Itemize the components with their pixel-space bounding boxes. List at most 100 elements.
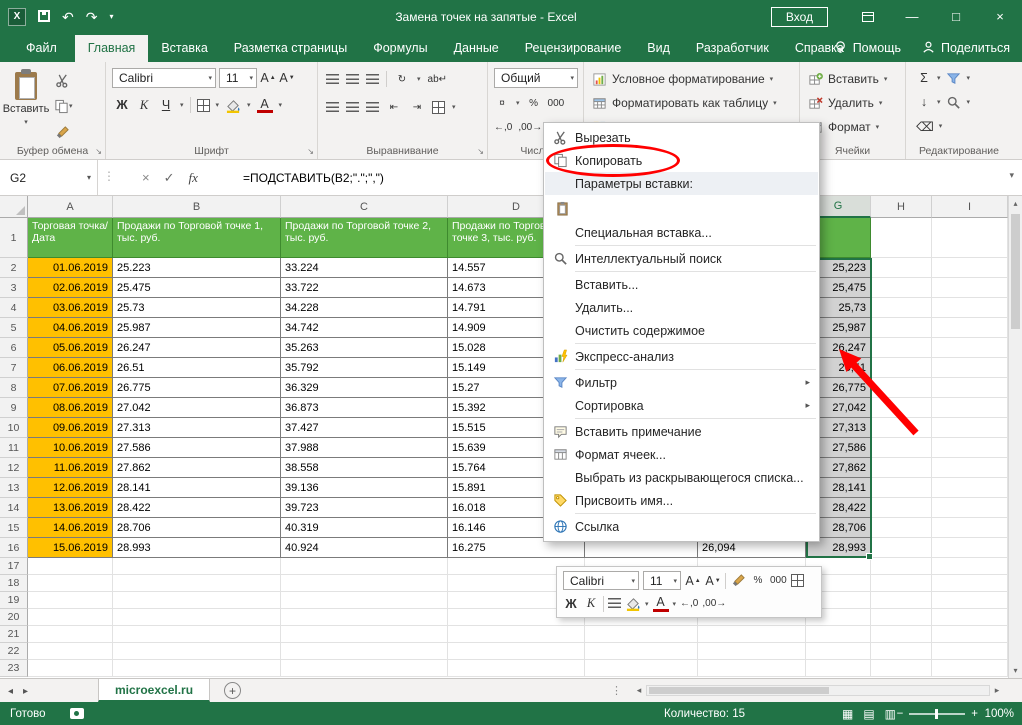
cell-H20[interactable] bbox=[871, 609, 932, 626]
cell-B6[interactable]: 26.247 bbox=[113, 338, 281, 358]
delete-cells-button[interactable]: Удалить▾ bbox=[808, 93, 882, 113]
cell-G21[interactable] bbox=[806, 626, 871, 643]
insert-cells-button[interactable]: Вставить▾ bbox=[808, 69, 887, 89]
cell-I1[interactable] bbox=[932, 218, 1008, 258]
sort-filter-button[interactable] bbox=[946, 69, 962, 87]
cell-I23[interactable] bbox=[932, 660, 1008, 677]
cell-F22[interactable] bbox=[698, 643, 806, 660]
fill-button[interactable]: ↓ bbox=[916, 93, 932, 111]
font-dialog-launcher[interactable]: ↘ bbox=[307, 147, 314, 156]
cell-G22[interactable] bbox=[806, 643, 871, 660]
align-middle-button[interactable] bbox=[346, 74, 359, 85]
bold-button[interactable]: Ж bbox=[114, 96, 130, 114]
cell-C19[interactable] bbox=[281, 592, 448, 609]
cell-A14[interactable]: 13.06.2019 bbox=[28, 498, 113, 518]
row-header-16[interactable]: 16 bbox=[0, 538, 28, 558]
cell-B2[interactable]: 25.223 bbox=[113, 258, 281, 278]
align-left-button[interactable] bbox=[326, 102, 339, 113]
scroll-right-button[interactable]: ▸ bbox=[990, 685, 1004, 696]
cell-B12[interactable]: 27.862 bbox=[113, 458, 281, 478]
cell-E23[interactable] bbox=[585, 660, 698, 677]
conditional-formatting-button[interactable]: Условное форматирование▾ bbox=[592, 69, 773, 89]
cell-C5[interactable]: 34.742 bbox=[281, 318, 448, 338]
copy-button[interactable]: ▾ bbox=[54, 97, 73, 115]
cell-A1[interactable]: Торговая точка/ Дата bbox=[28, 218, 113, 258]
tab-view[interactable]: Вид bbox=[634, 35, 683, 62]
cell-B11[interactable]: 27.586 bbox=[113, 438, 281, 458]
cell-I10[interactable] bbox=[932, 418, 1008, 438]
formula-bar-expand-button[interactable]: ▾ bbox=[1009, 170, 1014, 181]
cell-A15[interactable]: 14.06.2019 bbox=[28, 518, 113, 538]
cell-F21[interactable] bbox=[698, 626, 806, 643]
cell-C12[interactable]: 38.558 bbox=[281, 458, 448, 478]
cell-B8[interactable]: 26.775 bbox=[113, 378, 281, 398]
new-sheet-button[interactable]: + bbox=[224, 682, 241, 699]
cell-A22[interactable] bbox=[28, 643, 113, 660]
insert-function-button[interactable]: fx bbox=[189, 170, 198, 186]
mini-bold-button[interactable]: Ж bbox=[563, 595, 579, 613]
cell-C16[interactable]: 40.924 bbox=[281, 538, 448, 558]
cell-H2[interactable] bbox=[871, 258, 932, 278]
cell-C11[interactable]: 37.988 bbox=[281, 438, 448, 458]
mini-italic-button[interactable]: К bbox=[583, 595, 599, 613]
format-painter-button[interactable] bbox=[54, 123, 70, 141]
mini-font-family-select[interactable]: Calibri▾ bbox=[563, 571, 639, 590]
cell-B7[interactable]: 26.51 bbox=[113, 358, 281, 378]
accounting-format-button[interactable]: ¤ bbox=[494, 94, 510, 112]
mini-font-color-button[interactable]: А bbox=[653, 596, 669, 612]
tab-page-layout[interactable]: Разметка страницы bbox=[221, 35, 360, 62]
undo-button[interactable]: ↶ bbox=[62, 10, 74, 24]
cell-C17[interactable] bbox=[281, 558, 448, 575]
cell-C2[interactable]: 33.224 bbox=[281, 258, 448, 278]
cell-A5[interactable]: 04.06.2019 bbox=[28, 318, 113, 338]
row-header-2[interactable]: 2 bbox=[0, 258, 28, 278]
paste-option-button[interactable] bbox=[551, 197, 573, 219]
row-header-13[interactable]: 13 bbox=[0, 478, 28, 498]
tab-data[interactable]: Данные bbox=[441, 35, 512, 62]
row-header-7[interactable]: 7 bbox=[0, 358, 28, 378]
tab-developer[interactable]: Разработчик bbox=[683, 35, 782, 62]
cell-H16[interactable] bbox=[871, 538, 932, 558]
underline-button[interactable]: Ч bbox=[158, 96, 174, 114]
view-normal-button[interactable]: ▦ bbox=[842, 707, 853, 721]
autosum-button[interactable]: Σ bbox=[916, 69, 932, 87]
menu-item-define-name[interactable]: Присвоить имя... bbox=[545, 489, 818, 512]
zoom-in-button[interactable]: + bbox=[971, 708, 978, 720]
view-page-layout-button[interactable]: ▤ bbox=[863, 707, 874, 721]
cell-H21[interactable] bbox=[871, 626, 932, 643]
cell-D23[interactable] bbox=[448, 660, 585, 677]
cell-H15[interactable] bbox=[871, 518, 932, 538]
row-header-17[interactable]: 17 bbox=[0, 558, 28, 575]
paste-button[interactable]: Вставить ▾ bbox=[4, 67, 48, 141]
cell-I22[interactable] bbox=[932, 643, 1008, 660]
cell-H10[interactable] bbox=[871, 418, 932, 438]
row-header-15[interactable]: 15 bbox=[0, 518, 28, 538]
cell-H12[interactable] bbox=[871, 458, 932, 478]
increase-decimal-button[interactable]: ←,0 bbox=[494, 118, 512, 136]
tab-insert[interactable]: Вставка bbox=[148, 35, 220, 62]
cell-A21[interactable] bbox=[28, 626, 113, 643]
menu-item-pick-from-dropdown[interactable]: Выбрать из раскрывающегося списка... bbox=[545, 466, 818, 489]
cell-A18[interactable] bbox=[28, 575, 113, 592]
cell-D21[interactable] bbox=[448, 626, 585, 643]
cell-I19[interactable] bbox=[932, 592, 1008, 609]
name-box[interactable]: G2 ▾ bbox=[0, 160, 98, 195]
cell-G23[interactable] bbox=[806, 660, 871, 677]
sheet-nav-left-button[interactable]: ◂ bbox=[8, 686, 13, 697]
cell-H3[interactable] bbox=[871, 278, 932, 298]
cell-I12[interactable] bbox=[932, 458, 1008, 478]
close-button[interactable]: × bbox=[978, 0, 1022, 33]
cell-A20[interactable] bbox=[28, 609, 113, 626]
cut-button[interactable] bbox=[54, 71, 70, 89]
mini-borders-button[interactable] bbox=[791, 574, 804, 587]
cell-H11[interactable] bbox=[871, 438, 932, 458]
increase-indent-button[interactable]: ⇥ bbox=[409, 98, 425, 116]
cell-C4[interactable]: 34.228 bbox=[281, 298, 448, 318]
decrease-decimal-button[interactable]: ,00→ bbox=[518, 118, 542, 136]
mini-decrease-decimal-button[interactable]: ←,0 bbox=[680, 595, 698, 613]
cell-B17[interactable] bbox=[113, 558, 281, 575]
cell-I7[interactable] bbox=[932, 358, 1008, 378]
cell-H22[interactable] bbox=[871, 643, 932, 660]
format-as-table-button[interactable]: Форматировать как таблицу▾ bbox=[592, 93, 777, 113]
scroll-down-button[interactable]: ▾ bbox=[1009, 663, 1022, 678]
